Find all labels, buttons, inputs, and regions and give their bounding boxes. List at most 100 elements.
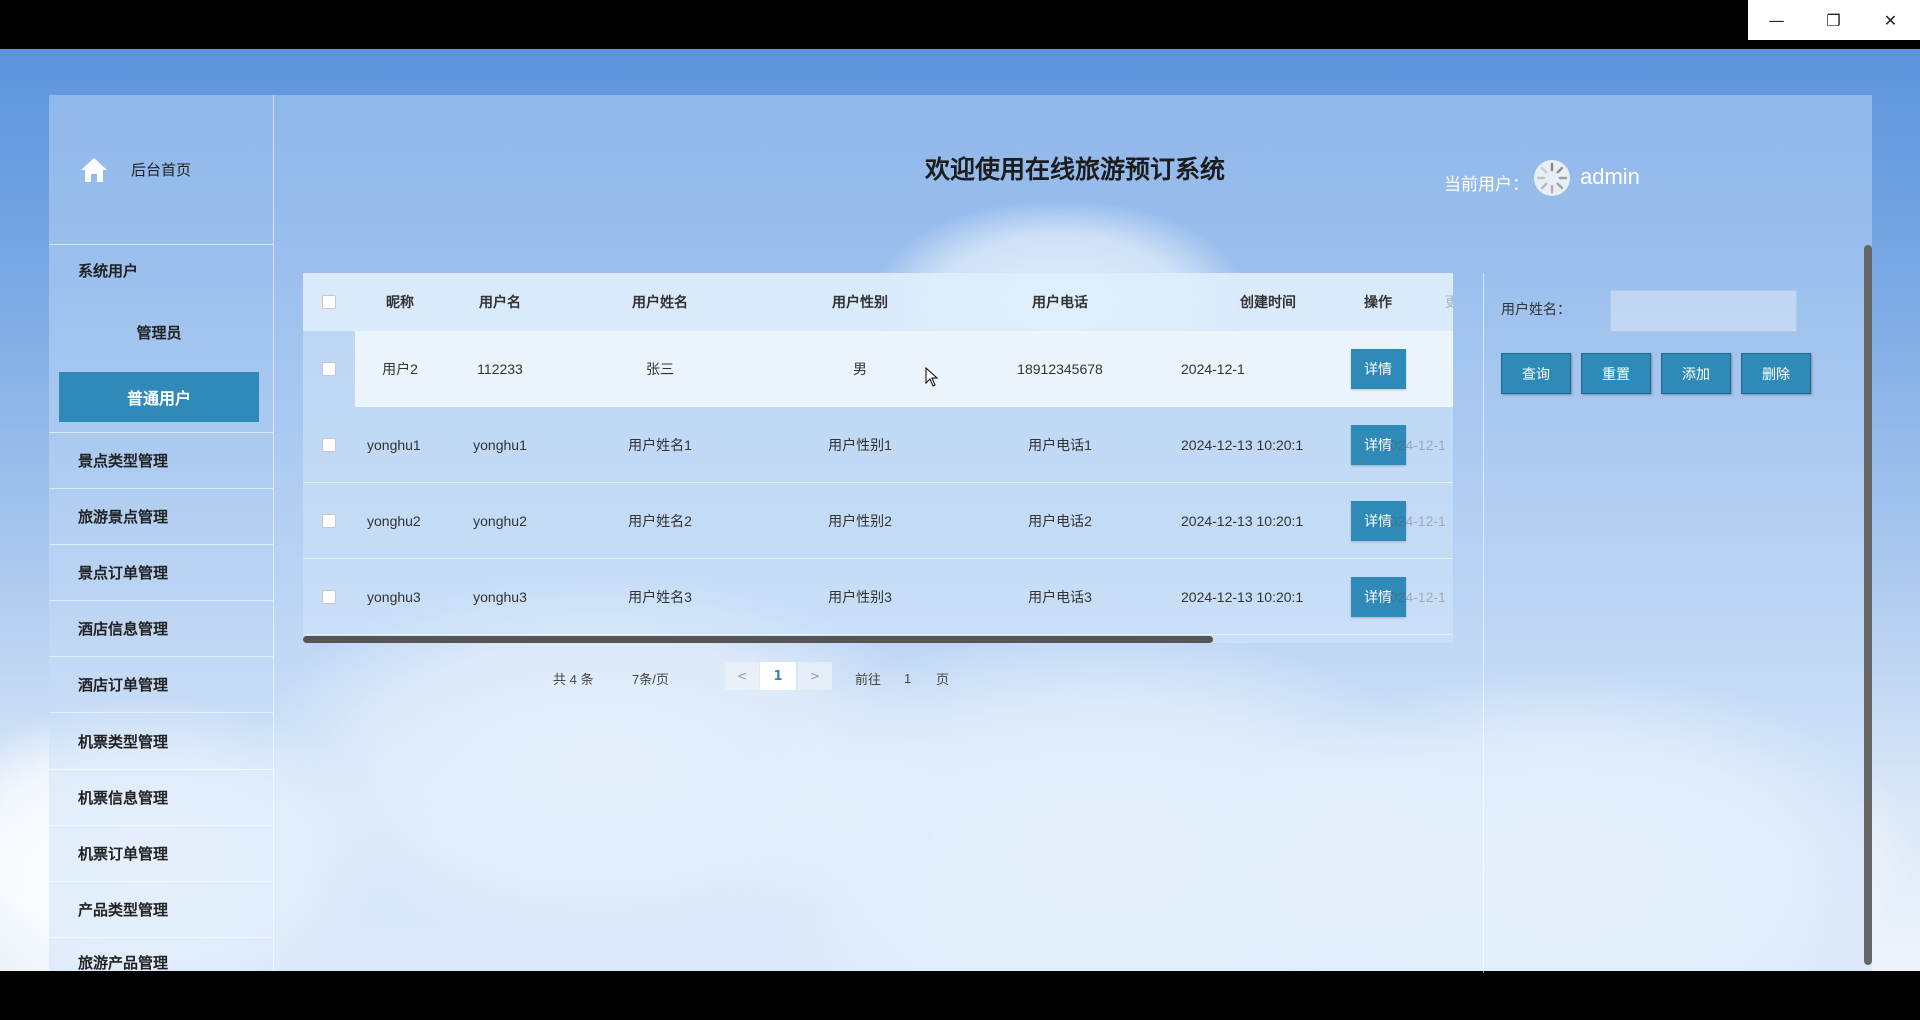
next-page-icon[interactable]: > [798,662,832,690]
cell-created: 2024-12-1 [1181,361,1245,377]
select-all-checkbox[interactable] [322,295,336,309]
add-button[interactable]: 添加 [1661,353,1731,394]
table-horizontal-scrollbar[interactable] [303,636,1213,643]
cell-name: 用户姓名2 [628,513,692,529]
goto-label: 前往 [855,671,882,687]
sidebar-item-label: 机票类型管理 [78,733,169,751]
cell-username: yonghu3 [473,589,527,605]
cell-nickname: yonghu2 [367,513,421,529]
goto-page-input[interactable]: 1 [904,664,911,692]
cell-phone: 用户电话3 [1028,589,1092,605]
sidebar-subitem-label: 普通用户 [126,391,191,408]
sidebar-item-hotel-info[interactable]: 酒店信息管理 [49,601,273,657]
header-updated[interactable]: 更新时间 [1415,273,1453,331]
header-created[interactable]: 创建时间 [1165,273,1341,331]
table-row[interactable]: yonghu3 yonghu3 用户姓名3 用户性别3 用户电话3 2024-1… [303,559,1453,635]
header-name[interactable]: 用户姓名 [555,273,765,331]
table-row[interactable]: 用户2 112233 张三 男 18912345678 2024-12-1 详情 [303,331,1453,407]
page-vertical-scrollbar[interactable] [1864,245,1872,965]
sidebar-item-label: 机票订单管理 [78,846,169,863]
row-checkbox[interactable] [322,590,336,604]
sidebar-item-scenic-spot[interactable]: 旅游景点管理 [49,489,273,545]
pagination-total: 共 4 条 [553,671,594,687]
minimize-icon[interactable]: — [1748,0,1805,40]
sidebar-item-ticket-info[interactable]: 机票信息管理 [49,770,273,826]
sidebar-item-system-users[interactable]: 系统用户 [49,245,273,296]
avatar-icon [1534,160,1570,196]
row-select-cell [303,483,355,559]
sidebar-subitem-normal-user[interactable]: 普通用户 [59,372,259,422]
cell-updated: 2024-12-1 [1382,589,1446,605]
cell-username: yonghu1 [473,437,527,453]
header-phone[interactable]: 用户电话 [955,273,1165,331]
cell-gender: 用户性别1 [828,437,892,453]
delete-button[interactable]: 删除 [1741,353,1811,394]
sidebar-item-label: 机票信息管理 [78,790,169,807]
search-name-label: 用户姓名： [1501,301,1571,317]
header-gender[interactable]: 用户性别 [765,273,955,331]
detail-button[interactable]: 详情 [1350,349,1406,389]
sidebar-subitem-label: 管理员 [136,324,182,342]
current-username[interactable]: admin [1580,164,1640,190]
sidebar-item-label: 酒店订单管理 [78,677,169,694]
search-name-input[interactable] [1610,290,1797,332]
cell-gender: 用户性别3 [828,589,892,605]
cell-nickname: 用户2 [382,361,418,377]
select-all-cell [303,273,355,331]
sidebar-subitem-admin[interactable]: 管理员 [59,307,259,357]
sidebar-item-scenic-type[interactable]: 景点类型管理 [49,433,273,489]
sidebar-item-label: 旅游产品管理 [78,955,169,971]
users-table: 昵称 用户名 用户姓名 用户性别 用户电话 创建时间 操作 更新时间 用户2 1… [303,273,1453,643]
sidebar-item-label: 旅游景点管理 [78,509,169,526]
close-icon[interactable]: ✕ [1862,0,1919,40]
header-username[interactable]: 用户名 [445,273,555,331]
sidebar: 后台首页 系统用户 管理员 普通用户 景点类型管理 旅游景点管理 景点订单管理 … [49,95,274,971]
window-controls: — ❐ ✕ [1748,0,1920,40]
page-title: 欢迎使用在线旅游预订系统 [924,156,1225,184]
cell-created: 2024-12-13 10:20:1 [1181,437,1304,453]
cell-username: 112233 [477,361,523,377]
cell-name: 用户姓名1 [628,437,692,453]
cell-phone: 用户电话2 [1028,513,1092,529]
sidebar-item-hotel-order[interactable]: 酒店订单管理 [49,657,273,713]
reset-button[interactable]: 重置 [1581,353,1651,394]
table-row[interactable]: yonghu1 yonghu1 用户姓名1 用户性别1 用户电话1 2024-1… [303,407,1453,483]
row-select-cell [303,331,355,407]
divider [1483,273,1484,973]
sidebar-item-ticket-order[interactable]: 机票订单管理 [49,826,273,882]
window-titlebar [0,0,1920,49]
cell-nickname: yonghu3 [367,589,421,605]
cell-phone: 18912345678 [1017,361,1103,377]
home-link[interactable]: 后台首页 [49,95,273,245]
sidebar-item-label: 景点订单管理 [78,565,169,582]
cell-nickname: yonghu1 [367,437,421,453]
home-label: 后台首页 [131,162,192,179]
table-row[interactable]: yonghu2 yonghu2 用户姓名2 用户性别2 用户电话2 2024-1… [303,483,1453,559]
cell-gender: 用户性别2 [828,513,892,529]
sidebar-item-product-type[interactable]: 产品类型管理 [49,882,273,938]
restore-icon[interactable]: ❐ [1805,0,1862,40]
row-checkbox[interactable] [322,514,336,528]
mouse-cursor-icon [925,367,939,387]
row-select-cell [303,559,355,635]
prev-page-icon[interactable]: < [725,662,759,690]
row-checkbox[interactable] [322,438,336,452]
row-checkbox[interactable] [322,362,336,376]
sidebar-item-label: 酒店信息管理 [78,621,169,638]
query-button[interactable]: 查询 [1501,353,1571,394]
pagination-page-size[interactable]: 7条/页 [632,664,669,692]
sidebar-item-scenic-order[interactable]: 景点订单管理 [49,545,273,601]
sidebar-item-label: 产品类型管理 [78,902,169,919]
sidebar-item-product[interactable]: 旅游产品管理 [49,938,273,971]
window-bottom-bar [0,971,1920,1020]
current-user-label: 当前用户： [1444,175,1529,194]
page-suffix: 页 [936,671,950,687]
cell-name: 用户姓名3 [628,589,692,605]
sidebar-item-label: 景点类型管理 [78,453,169,470]
cell-phone: 用户电话1 [1028,437,1092,453]
sidebar-item-ticket-type[interactable]: 机票类型管理 [49,713,273,770]
home-icon [81,157,107,182]
current-page-button[interactable]: 1 [760,662,796,690]
cell-created: 2024-12-13 10:20:1 [1181,589,1304,605]
header-nickname[interactable]: 昵称 [355,273,445,331]
